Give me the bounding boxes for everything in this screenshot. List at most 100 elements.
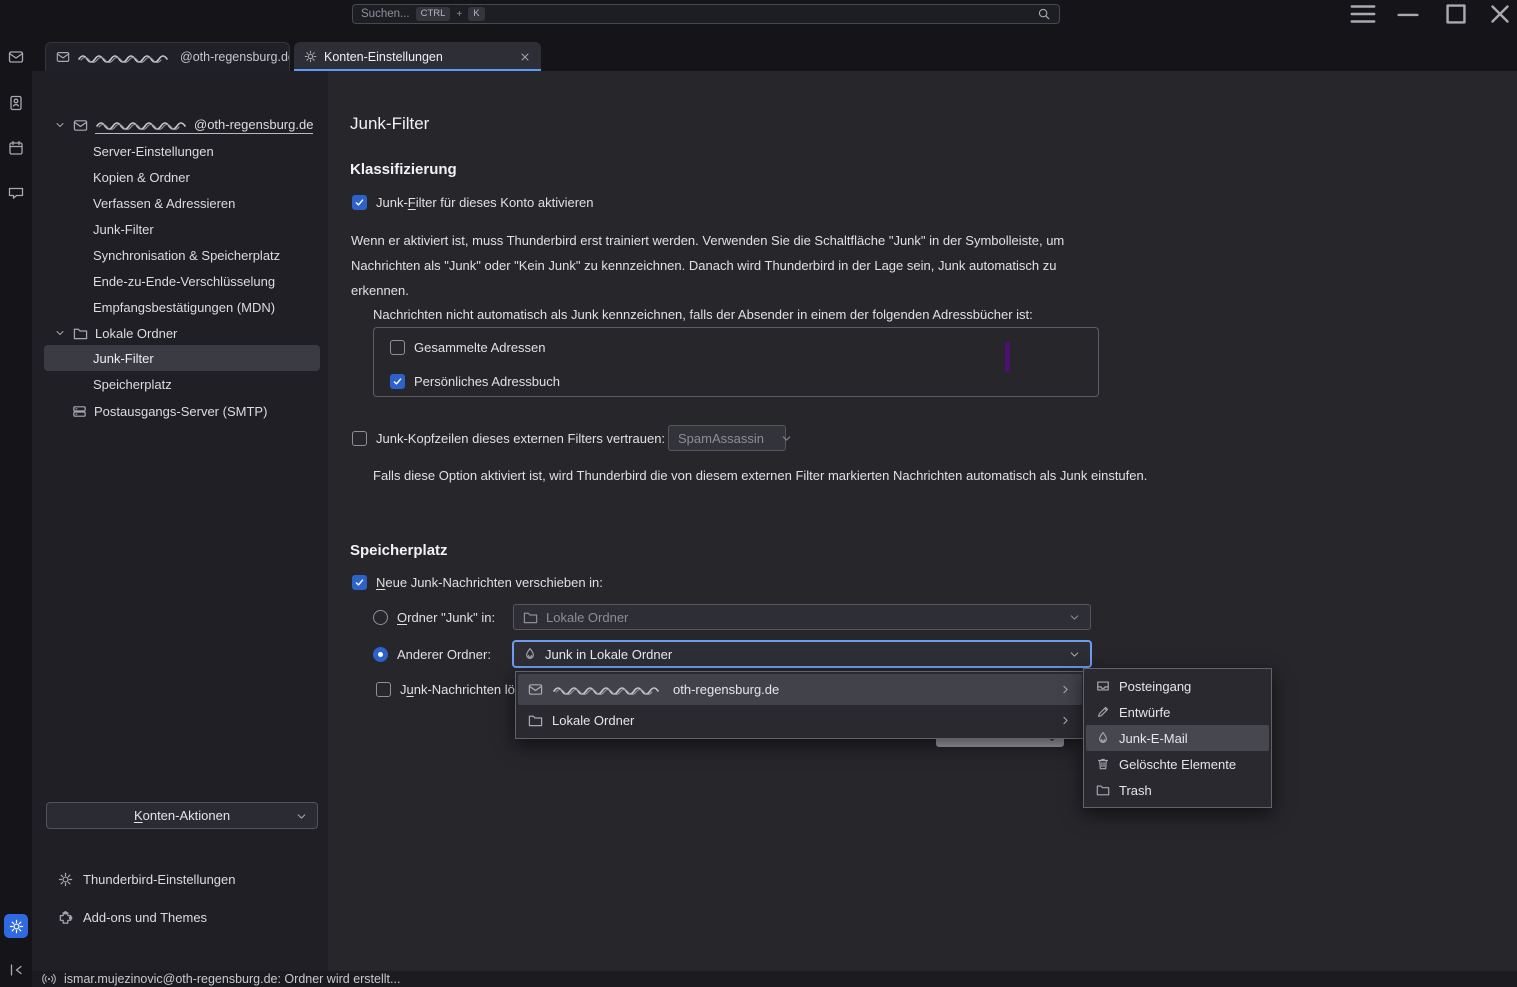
sidebar-item-e2e-encryption[interactable]: Ende-zu-Ende-Verschlüsselung (32, 268, 328, 294)
addressbook-whitelist-label: Nachrichten nicht automatisch als Junk k… (373, 307, 1033, 322)
mail-space-button[interactable] (8, 49, 24, 65)
sidebar-item-composition[interactable]: Verfassen & Adressieren (32, 190, 328, 216)
network-activity-icon (42, 972, 56, 986)
address-book-space-button[interactable] (8, 95, 24, 111)
addressbook-row-collected[interactable]: Gesammelte Adressen (390, 339, 546, 355)
sidebar-item-label: Speicherplatz (93, 377, 172, 392)
folder-icon (528, 713, 543, 728)
collected-addresses-checkbox[interactable] (390, 340, 405, 355)
account-name: @oth-regensburg.de (95, 117, 313, 134)
popup-account-row[interactable]: oth-regensburg.de (518, 674, 1082, 705)
close-window-button[interactable] (1485, 3, 1515, 25)
delete-junk-row: Junk-Nachrichten lös (376, 681, 521, 697)
move-junk-checkbox[interactable] (352, 575, 367, 590)
sidebar-item-sync-storage[interactable]: Synchronisation & Speicherplatz (32, 242, 328, 268)
folder-icon (523, 610, 538, 625)
chevron-down-icon (295, 810, 308, 823)
local-folders-label: Lokale Ordner (95, 326, 177, 341)
settings-space-button[interactable] (4, 914, 28, 938)
app-menu-button[interactable] (1348, 3, 1378, 25)
sidebar-item-label: Synchronisation & Speicherplatz (93, 248, 280, 263)
delete-junk-label: Junk-Nachrichten lös (400, 682, 521, 697)
gear-icon (304, 50, 317, 63)
junk-folder-radio[interactable] (373, 610, 388, 625)
trust-headers-checkbox[interactable] (352, 431, 367, 446)
account-icon (528, 682, 543, 697)
sidebar-item-label: Verfassen & Adressieren (93, 196, 235, 211)
submenu-item-drafts[interactable]: Entwürfe (1086, 699, 1269, 725)
sidebar-item-label: Junk-Filter (93, 351, 154, 366)
sidebar-item-copies-folders[interactable]: Kopien & Ordner (32, 164, 328, 190)
global-search-field[interactable]: Suchen... CTRL + K (352, 4, 1060, 24)
chevron-down-icon (54, 119, 66, 131)
trash-icon (1096, 757, 1110, 771)
junk-folder-select[interactable]: Lokale Ordner (513, 604, 1091, 630)
tab-account-settings[interactable]: Konten-Einstellungen (294, 42, 541, 71)
submenu-item-trash-folder[interactable]: Trash (1086, 777, 1269, 803)
sidebar-local-item-junk-filter-selected[interactable]: Junk-Filter (44, 345, 320, 371)
gear-icon (58, 872, 73, 887)
sidebar-item-label: Empfangsbestätigungen (MDN) (93, 300, 275, 315)
sidebar-local-item-storage[interactable]: Speicherplatz (32, 371, 328, 397)
folder-icon (73, 326, 88, 341)
junk-folder-radio-label: Ordner "Junk" in: (397, 610, 495, 625)
other-folder-radio[interactable] (373, 647, 388, 662)
sidebar-item-return-receipts[interactable]: Empfangsbestätigungen (MDN) (32, 294, 328, 320)
submenu-item-label: Posteingang (1119, 679, 1191, 694)
trust-headers-note: Falls diese Option aktiviert ist, wird T… (373, 468, 1147, 483)
sidebar-item-junk-filter[interactable]: Junk-Filter (32, 216, 328, 242)
addressbook-row-personal[interactable]: Persönliches Adressbuch (390, 373, 560, 389)
sidebar-local-folders-root[interactable]: Lokale Ordner (32, 320, 328, 346)
account-actions-button[interactable]: Konten-Aktionen (46, 802, 318, 829)
close-tab-icon[interactable] (519, 51, 531, 63)
folder-picker-popup: oth-regensburg.de Lokale Ordner (515, 671, 1085, 739)
enable-junk-label: Junk-Filter für dieses Konto aktivieren (376, 195, 594, 210)
maximize-button[interactable] (1441, 3, 1471, 25)
status-bar: ismar.mujezinovic@oth-regensburg.de: Ord… (32, 971, 1517, 987)
unified-toolbar: Suchen... CTRL + K (32, 0, 1517, 40)
collapse-spaces-button[interactable] (8, 962, 24, 978)
chevron-down-icon (780, 432, 793, 445)
spam-filter-value: SpamAssassin (678, 431, 764, 446)
junk-flame-icon (523, 647, 537, 661)
personal-addressbook-label: Persönliches Adressbuch (414, 374, 560, 389)
junk-flame-icon (1096, 731, 1110, 745)
submenu-item-deleted[interactable]: Gelöschte Elemente (1086, 751, 1269, 777)
chat-space-button[interactable] (8, 185, 24, 201)
submenu-item-junk[interactable]: Junk-E-Mail (1086, 725, 1269, 751)
inbox-icon (1096, 679, 1110, 693)
account-tab-suffix: @oth-regensburg.de (180, 50, 290, 64)
tab-bar: @oth-regensburg.de Konten-Einstellungen (32, 40, 1517, 71)
redacted-account-name-scribble (77, 51, 173, 64)
sidebar-account-root[interactable]: @oth-regensburg.de (32, 112, 328, 138)
smtp-label: Postausgangs-Server (SMTP) (94, 404, 267, 419)
sidebar-item-server-settings[interactable]: Server-Einstellungen (32, 138, 328, 164)
collected-addresses-label: Gesammelte Adressen (414, 340, 546, 355)
personal-addressbook-checkbox[interactable] (390, 374, 405, 389)
shortcut-ctrl-badge: CTRL (416, 7, 451, 21)
other-folder-radio-label: Anderer Ordner: (397, 647, 491, 662)
chevron-down-icon (1068, 611, 1081, 624)
junk-description: Wenn er aktiviert ist, muss Thunderbird … (351, 228, 1081, 303)
other-folder-select[interactable]: Junk in Lokale Ordner (513, 641, 1091, 667)
junk-folder-radio-row: Ordner "Junk" in: (373, 609, 495, 625)
trust-headers-row: Junk-Kopfzeilen dieses externen Filters … (352, 430, 665, 446)
tab-account-mail[interactable]: @oth-regensburg.de (45, 42, 290, 71)
submenu-item-label: Junk-E-Mail (1119, 731, 1188, 746)
sidebar-smtp-server[interactable]: Postausgangs-Server (SMTP) (32, 398, 328, 424)
delete-junk-checkbox[interactable] (376, 682, 391, 697)
submenu-item-inbox[interactable]: Posteingang (1086, 673, 1269, 699)
addons-themes-link[interactable]: Add-ons und Themes (58, 904, 207, 930)
other-folder-radio-row: Anderer Ordner: (373, 646, 491, 662)
redacted-account-name-scribble (552, 683, 664, 696)
calendar-space-button[interactable] (8, 140, 24, 156)
shortcut-plus: + (456, 9, 462, 20)
popup-local-folders-row[interactable]: Lokale Ordner (518, 705, 1082, 736)
minimize-button[interactable] (1393, 3, 1423, 25)
junk-folder-select-value: Lokale Ordner (546, 610, 628, 625)
spam-filter-select[interactable]: SpamAssassin (668, 425, 786, 451)
enable-junk-checkbox[interactable] (352, 195, 367, 210)
thunderbird-settings-link[interactable]: Thunderbird-Einstellungen (58, 866, 235, 892)
popup-local-folders-label: Lokale Ordner (552, 713, 634, 728)
chevron-down-icon (1068, 648, 1081, 661)
